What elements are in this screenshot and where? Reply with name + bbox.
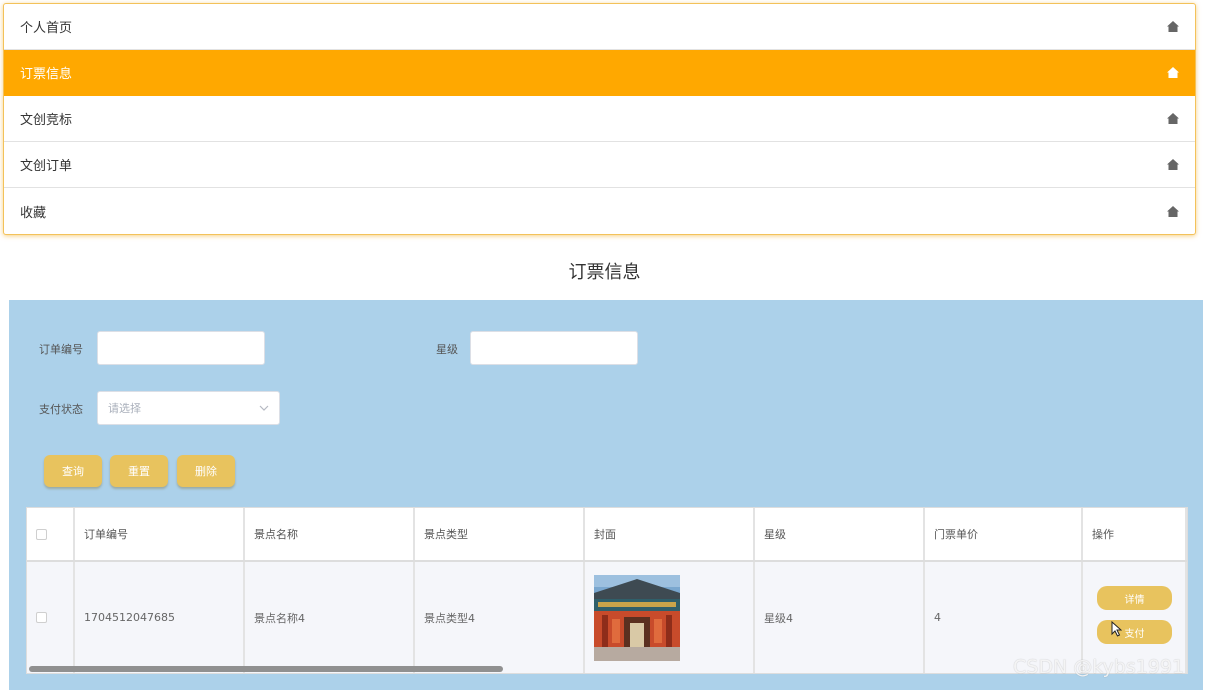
scenic-name-cell: 景点名称4 [245, 562, 415, 673]
menu-item-label: 个人首页 [20, 21, 73, 36]
home-icon [1167, 205, 1179, 217]
select-all-checkbox[interactable] [36, 528, 47, 540]
pay-status-placeholder: 请选择 [108, 402, 141, 415]
menu-item-favorites[interactable]: 收藏 [4, 188, 1195, 234]
page-title: 订票信息 [568, 262, 641, 283]
column-header: 订单编号 [75, 508, 245, 560]
row-checkbox[interactable] [36, 612, 47, 623]
column-header: 星级 [755, 508, 925, 560]
detail-button[interactable]: 详情 [1097, 586, 1172, 610]
watermark: CSDN @kybs1991 [1013, 656, 1185, 678]
ticket-table: 订单编号 景点名称 景点类型 封面 星级 门票单价 操作 17045120476… [26, 507, 1188, 674]
pay-status-label: 支付状态 [39, 403, 83, 416]
reset-button[interactable]: 重置 [110, 455, 168, 487]
column-header: 景点类型 [415, 508, 585, 560]
mouse-cursor-icon [1111, 621, 1122, 637]
column-header: 封面 [585, 508, 755, 560]
chevron-down-icon [259, 405, 269, 411]
query-button[interactable]: 查询 [44, 455, 102, 487]
row-select-cell [27, 562, 75, 673]
star-cell: 星级4 [755, 562, 925, 673]
menu-item-label: 收藏 [20, 205, 47, 221]
delete-button[interactable]: 删除 [177, 455, 235, 487]
top-menu: 个人首页 订票信息 文创竞标 文创订单 收藏 [3, 3, 1196, 235]
order-no-label: 订单编号 [39, 343, 83, 356]
column-header: 景点名称 [245, 508, 415, 560]
menu-item-label: 文创订单 [20, 159, 73, 174]
scenic-type-cell: 景点类型4 [415, 562, 585, 673]
menu-item-label: 文创竞标 [20, 113, 73, 128]
pay-status-select[interactable]: 请选择 [97, 391, 280, 425]
home-icon [1167, 159, 1179, 170]
home-icon [1167, 113, 1179, 124]
table-header-row: 订单编号 景点名称 景点类型 封面 星级 门票单价 操作 [27, 508, 1187, 562]
home-icon [1167, 67, 1179, 78]
column-header: 操作 [1083, 508, 1187, 560]
cover-cell [585, 562, 755, 673]
home-icon [1167, 21, 1179, 32]
cover-image[interactable] [594, 574, 680, 661]
order-no-input[interactable] [97, 331, 265, 365]
star-input[interactable] [470, 331, 638, 365]
content-panel: 订单编号 星级 支付状态 请选择 查询 重置 删除 订单编号 景点名称 景点类型… [9, 300, 1203, 690]
menu-item-orders[interactable]: 文创订单 [4, 142, 1195, 188]
horizontal-scrollbar[interactable] [29, 666, 503, 672]
header-select-cell [27, 508, 75, 560]
column-header: 门票单价 [925, 508, 1083, 560]
menu-item-ticket-info[interactable]: 订票信息 [4, 50, 1195, 96]
menu-item-home[interactable]: 个人首页 [4, 4, 1195, 50]
star-label: 星级 [436, 343, 458, 356]
order-no-cell: 1704512047685 [75, 562, 245, 673]
menu-item-bidding[interactable]: 文创竞标 [4, 96, 1195, 142]
pay-button[interactable]: 支付 [1097, 620, 1172, 644]
menu-item-label: 订票信息 [20, 67, 73, 82]
